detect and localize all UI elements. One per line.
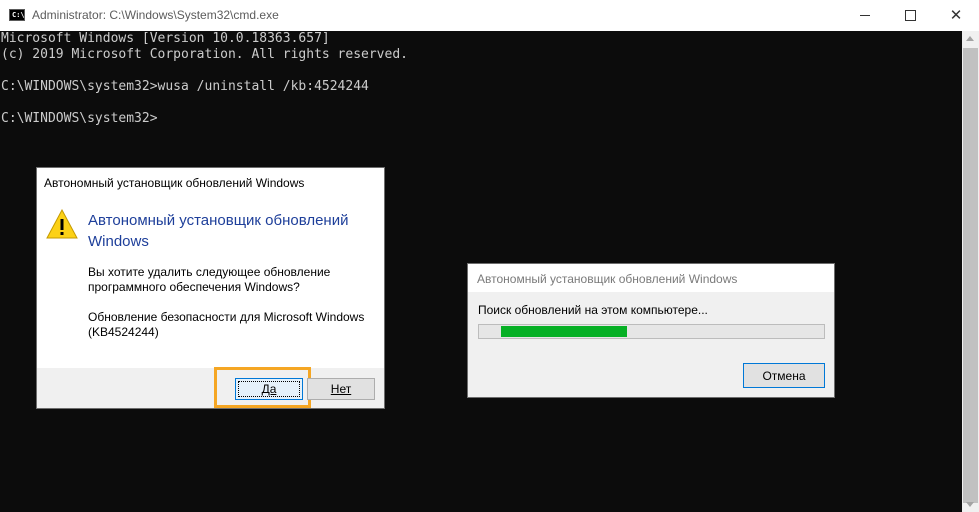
dialog-caption-bar: Автономный установщик обновлений Windows xyxy=(468,264,834,292)
console-line: C:\WINDOWS\system32>wusa /uninstall /kb:… xyxy=(1,79,369,94)
dialog-question: Вы хотите удалить следующее обновление п… xyxy=(88,265,331,294)
cancel-button-label: Отмена xyxy=(762,368,806,383)
close-button[interactable]: ✕ xyxy=(933,0,979,31)
progress-message: Поиск обновлений на этом компьютере... xyxy=(478,303,708,317)
scroll-up-icon[interactable] xyxy=(966,36,974,41)
focus-rect xyxy=(238,381,300,397)
console-line: C:\WINDOWS\system32> xyxy=(1,111,158,126)
cmd-icon[interactable]: C:\. xyxy=(9,9,29,21)
scroll-thumb[interactable] xyxy=(963,48,978,503)
console-line: (c) 2019 Microsoft Corporation. All righ… xyxy=(1,47,408,62)
vertical-scrollbar[interactable] xyxy=(962,31,979,512)
title-bar: C:\. Administrator: C:\Windows\System32\… xyxy=(0,0,979,31)
maximize-button[interactable] xyxy=(887,0,933,31)
maximize-icon xyxy=(904,10,916,21)
yes-button[interactable]: Да xyxy=(235,378,303,400)
minimize-button[interactable] xyxy=(842,0,888,31)
dialog-heading: Автономный установщик обновлений Windows xyxy=(88,212,349,250)
console-line: Microsoft Windows [Version 10.0.18363.65… xyxy=(1,31,330,46)
search-progress-dialog: Автономный установщик обновлений Windows… xyxy=(467,263,835,398)
progress-fill xyxy=(501,326,627,337)
cancel-button[interactable]: Отмена xyxy=(743,363,825,388)
cmd-icon-label: C:\. xyxy=(12,11,29,19)
dialog-caption: Автономный установщик обновлений Windows xyxy=(44,176,305,190)
dialog-caption: Автономный установщик обновлений Windows xyxy=(477,272,738,286)
no-button-label: Нет xyxy=(330,382,352,396)
warning-icon xyxy=(46,209,78,239)
window-title: Administrator: C:\Windows\System32\cmd.e… xyxy=(32,8,279,22)
minimize-icon xyxy=(860,15,870,16)
progress-bar xyxy=(478,324,825,339)
close-icon: ✕ xyxy=(949,7,963,24)
no-button[interactable]: Нет xyxy=(307,378,375,400)
scroll-down-icon[interactable] xyxy=(966,502,974,507)
confirm-uninstall-dialog: Автономный установщик обновлений Windows… xyxy=(36,167,385,409)
update-name: Обновление безопасности для Microsoft Wi… xyxy=(88,310,365,339)
